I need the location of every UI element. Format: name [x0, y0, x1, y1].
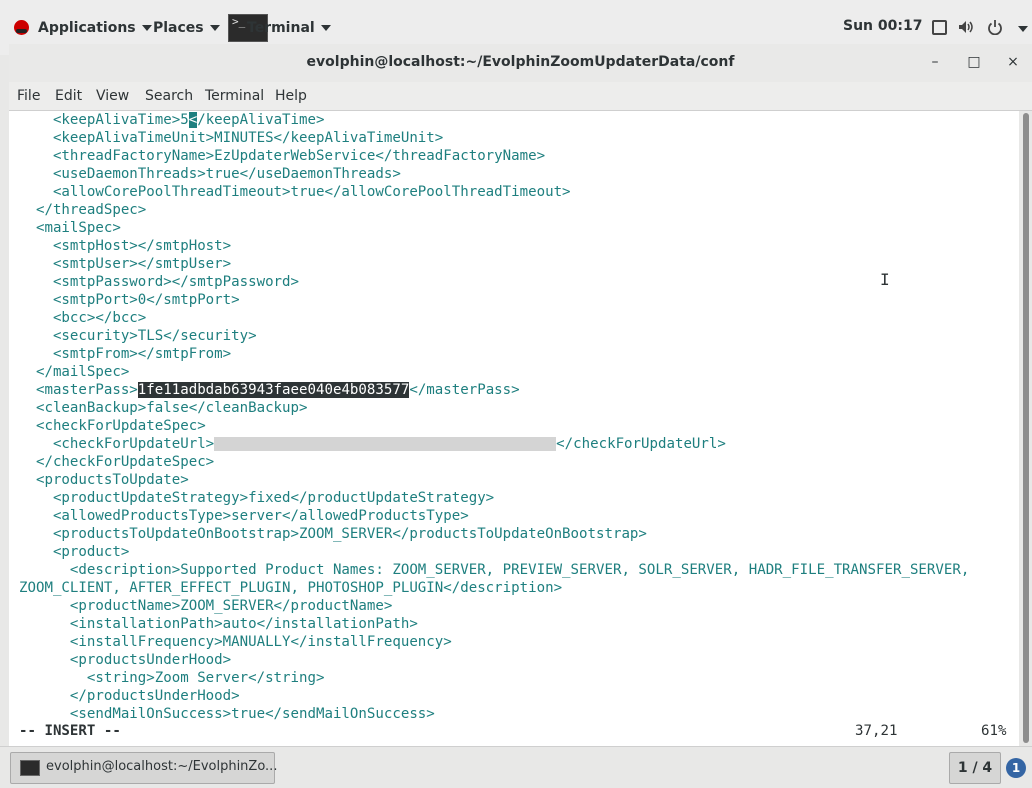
terminal-icon [20, 760, 40, 776]
editor-line: <masterPass>1fe11adbdab63943faee040e4b08… [19, 382, 520, 398]
scrollbar[interactable] [1019, 111, 1032, 746]
editor-line: <productName>ZOOM_SERVER</productName> [19, 598, 393, 614]
editor-line: <smtpHost></smtpHost> [19, 238, 232, 254]
editor-line: </mailSpec> [19, 364, 130, 380]
editor-line: <keepAlivaTimeUnit>MINUTES</keepAlivaTim… [19, 130, 444, 146]
editor-line: <productsUnderHood> [19, 652, 232, 668]
editor-line: <installFrequency>MANUALLY</installFrequ… [19, 634, 452, 650]
redacted-url [214, 437, 557, 451]
editor-line: <installationPath>auto</installationPath… [19, 616, 418, 632]
menu-terminal[interactable]: Terminal [205, 88, 264, 104]
menu-view[interactable]: View [96, 88, 129, 104]
terminal-app-menu[interactable]: Terminal [247, 18, 331, 38]
editor-line: </productsUnderHood> [19, 688, 240, 704]
power-icon[interactable] [987, 19, 1003, 35]
editor-line: <productsToUpdate> [19, 472, 189, 488]
applications-label: Applications [38, 20, 136, 36]
applications-menu[interactable]: Applications [38, 18, 152, 38]
chevron-down-icon[interactable] [1018, 26, 1028, 32]
volume-icon[interactable] [958, 19, 974, 35]
scroll-percent: 61% [981, 723, 1007, 739]
window-title: evolphin@localhost:~/EvolphinZoomUpdater… [306, 54, 735, 70]
scrollbar-thumb[interactable] [1023, 113, 1029, 743]
editor-line: <smtpUser></smtpUser> [19, 256, 232, 272]
terminal-editor[interactable]: <keepAlivaTime>5</keepAlivaTime> <keepAl… [9, 111, 1019, 746]
editor-line: <checkForUpdateUrl> </checkForUpdateUrl> [19, 436, 726, 452]
taskbar: evolphin@localhost:~/EvolphinZo... 1 / 4… [0, 746, 1032, 788]
places-menu[interactable]: Places [153, 18, 220, 38]
editor-line: <security>TLS</security> [19, 328, 257, 344]
workspace-switcher[interactable]: 1 / 4 [949, 752, 1001, 784]
editor-line: <product> [19, 544, 130, 560]
close-button[interactable]: × [1003, 52, 1023, 72]
cursor-position: 37,21 [855, 723, 898, 739]
menu-help[interactable]: Help [275, 88, 307, 104]
editor-line: <sendMailOnSuccess>true</sendMailOnSucce… [19, 706, 435, 722]
editor-line: <productsToUpdateOnBootstrap>ZOOM_SERVER… [19, 526, 647, 542]
redhat-logo-icon[interactable] [14, 20, 29, 35]
editor-line: <productUpdateStrategy>fixed</productUpd… [19, 490, 495, 506]
menu-search[interactable]: Search [145, 88, 193, 104]
menu-file[interactable]: File [17, 88, 40, 104]
editor-line: </threadSpec> [19, 202, 147, 218]
editor-line: <cleanBackup>false</cleanBackup> [19, 400, 308, 416]
editor-line: <allowedProductsType>server</allowedProd… [19, 508, 469, 524]
places-label: Places [153, 20, 204, 36]
editor-line: <mailSpec> [19, 220, 121, 236]
window-list-icon[interactable] [932, 20, 947, 35]
notification-badge[interactable]: 1 [1006, 758, 1026, 778]
editor-line: <smtpFrom></smtpFrom> [19, 346, 232, 362]
menu-edit[interactable]: Edit [55, 88, 82, 104]
editor-line: <allowCorePoolThreadTimeout>true</allowC… [19, 184, 571, 200]
editor-line: <description>Supported Product Names: ZO… [19, 562, 970, 578]
editor-line: <threadFactoryName>EzUpdaterWebService</… [19, 148, 546, 164]
text-cursor: < [188, 112, 198, 128]
editor-line: <keepAlivaTime>5</keepAlivaTime> [19, 112, 325, 128]
ibeam-cursor-icon: I [880, 270, 890, 289]
editor-line: <bcc></bcc> [19, 310, 147, 326]
window-titlebar[interactable]: evolphin@localhost:~/EvolphinZoomUpdater… [9, 44, 1032, 82]
minimize-button[interactable]: – [925, 52, 945, 72]
chevron-down-icon [320, 25, 331, 31]
editor-line: <smtpPort>0</smtpPort> [19, 292, 240, 308]
editor-line: <smtpPassword></smtpPassword> [19, 274, 300, 290]
clock[interactable]: Sun 00:17 [843, 18, 922, 34]
editor-line: <checkForUpdateSpec> [19, 418, 206, 434]
terminal-app-label: Terminal [247, 20, 315, 36]
menu-bar: File Edit View Search Terminal Help [9, 82, 1032, 111]
taskbar-window-label: evolphin@localhost:~/EvolphinZo... [46, 759, 278, 774]
selected-text[interactable]: 1fe11adbdab63943faee040e4b083577 [137, 382, 410, 398]
editor-line: ZOOM_CLIENT, AFTER_EFFECT_PLUGIN, PHOTOS… [19, 580, 563, 596]
chevron-down-icon [209, 25, 220, 31]
editor-line: </checkForUpdateSpec> [19, 454, 215, 470]
chevron-down-icon [141, 25, 152, 31]
vim-mode-indicator: -- INSERT -- [19, 723, 121, 739]
editor-line: <useDaemonThreads>true</useDaemonThreads… [19, 166, 401, 182]
taskbar-window-item[interactable]: evolphin@localhost:~/EvolphinZo... [10, 752, 278, 784]
maximize-button[interactable]: □ [964, 52, 984, 72]
editor-line: <string>Zoom Server</string> [19, 670, 325, 686]
